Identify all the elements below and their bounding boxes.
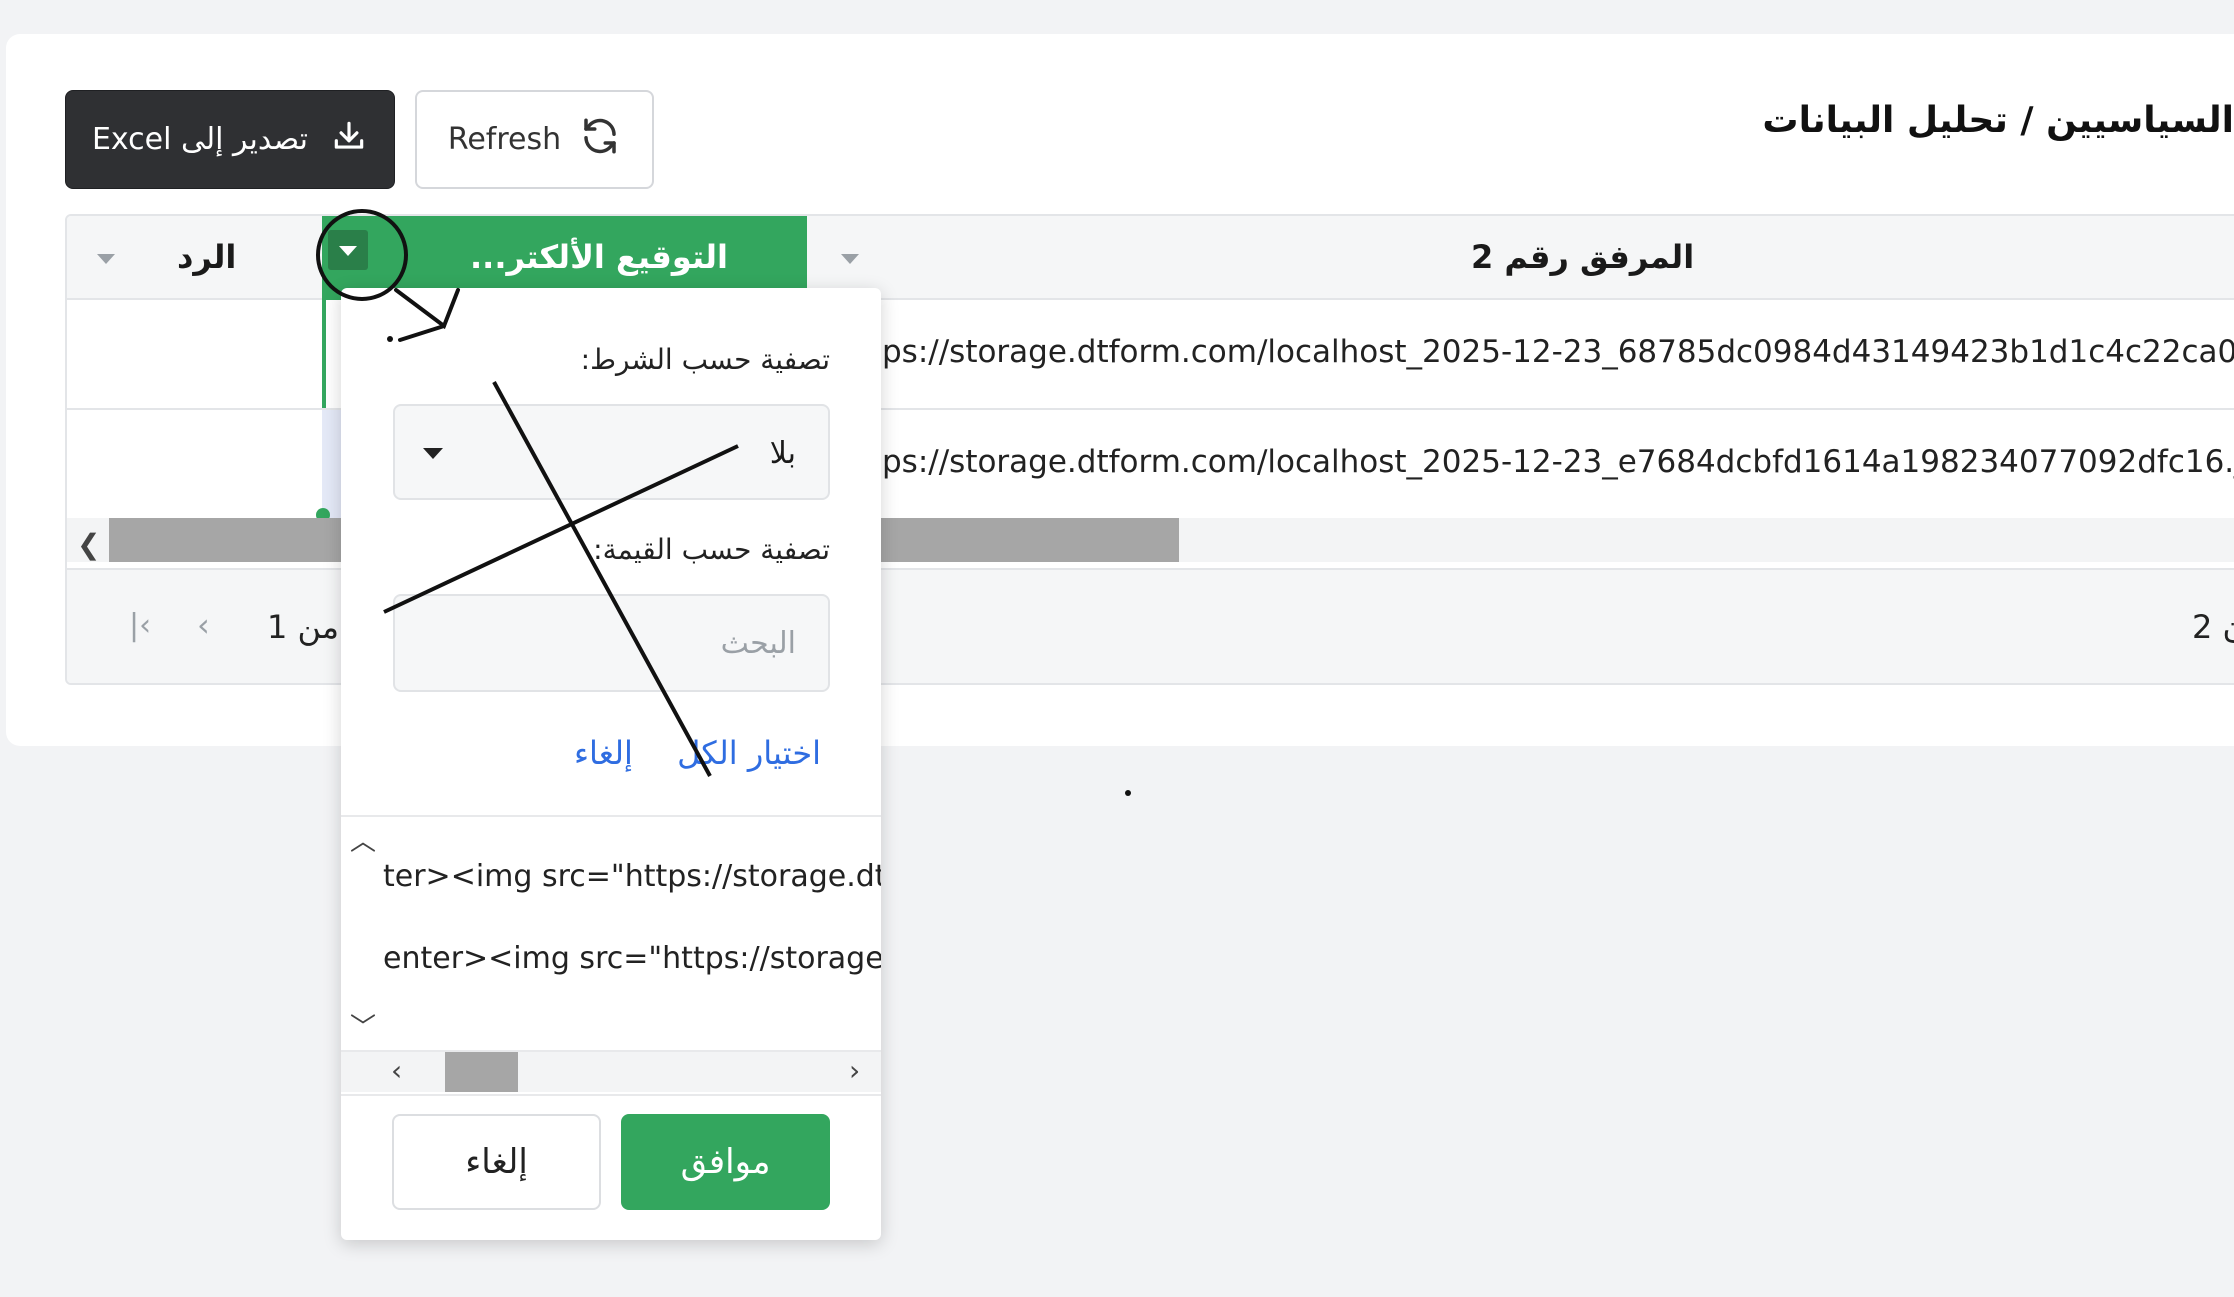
selected-cell-border — [322, 300, 326, 408]
reply-column-menu-icon[interactable] — [97, 254, 115, 264]
export-excel-label: تصدير إلى Excel — [91, 122, 309, 157]
ok-button-label: موافق — [680, 1142, 771, 1182]
clear-link[interactable]: إلغاء — [574, 734, 633, 772]
condition-filter-label: تصفية حسب الشرط: — [580, 343, 830, 376]
value-filter-label: تصفية حسب القيمة: — [593, 533, 830, 566]
scroll-up-icon[interactable]: ︿ — [350, 821, 376, 858]
refresh-button[interactable]: Refresh — [415, 90, 654, 189]
scroll-thumb[interactable] — [445, 1052, 518, 1092]
cancel-button[interactable]: إلغاء — [392, 1114, 601, 1210]
attachment-cell[interactable]: ps://storage.dtform.com/localhost_2025-1… — [882, 334, 2234, 370]
search-placeholder: البحث — [720, 626, 796, 661]
refresh-icon — [579, 115, 621, 165]
page-info: من 1 — [267, 608, 340, 646]
refresh-label: Refresh — [447, 122, 562, 157]
condition-select-value: بلا — [769, 436, 796, 471]
list-item[interactable]: enter><img src="https://storage.c — [383, 941, 881, 976]
search-input[interactable]: البحث — [393, 594, 830, 692]
select-all-link[interactable]: اختيار الكل — [677, 734, 821, 772]
popup-horizontal-scrollbar[interactable]: ‹ › — [341, 1052, 881, 1092]
scroll-left-icon[interactable]: ❮ — [77, 528, 100, 561]
annotation-dot — [1125, 790, 1131, 796]
selected-cell-highlight — [322, 410, 342, 518]
attachment-cell[interactable]: ps://storage.dtform.com/localhost_2025-1… — [882, 444, 2234, 480]
column-header-attachment2[interactable]: المرفق رقم 2 — [1471, 238, 1694, 276]
scroll-right-icon[interactable]: › — [849, 1054, 860, 1087]
signature-filter-button[interactable] — [328, 230, 368, 270]
filter-values-list: ︿ ﹀ ter><img src="https://storage.dtfo e… — [341, 815, 881, 1052]
vertical-scrollbar[interactable]: ︿ ﹀ — [341, 817, 383, 1050]
filter-popup: تصفية حسب الشرط: بلا تصفية حسب القيمة: ا… — [341, 288, 881, 1240]
scroll-left-icon[interactable]: ‹ — [391, 1054, 402, 1087]
ok-button[interactable]: موافق — [621, 1114, 830, 1210]
filter-caret-icon — [339, 246, 357, 256]
list-item[interactable]: ter><img src="https://storage.dtfo — [383, 859, 881, 894]
attachment-column-menu-icon[interactable] — [841, 254, 859, 264]
divider — [341, 1094, 881, 1096]
total-info: ن 2 — [2192, 608, 2234, 646]
column-header-signature-label: التوقيع الألكتر... — [470, 238, 728, 276]
cancel-button-label: إلغاء — [465, 1142, 528, 1182]
scroll-down-icon[interactable]: ﹀ — [350, 1007, 376, 1044]
chevron-down-icon — [423, 448, 443, 459]
condition-select[interactable]: بلا — [393, 404, 830, 500]
page-title: السياسيين / تحليل البيانات — [1762, 100, 2234, 141]
export-excel-button[interactable]: تصدير إلى Excel — [65, 90, 395, 189]
prev-page-icon[interactable]: ‹ — [197, 606, 210, 644]
download-icon — [330, 117, 368, 163]
first-page-icon[interactable]: |‹ — [129, 608, 151, 643]
column-header-reply[interactable]: الرد — [177, 238, 236, 276]
